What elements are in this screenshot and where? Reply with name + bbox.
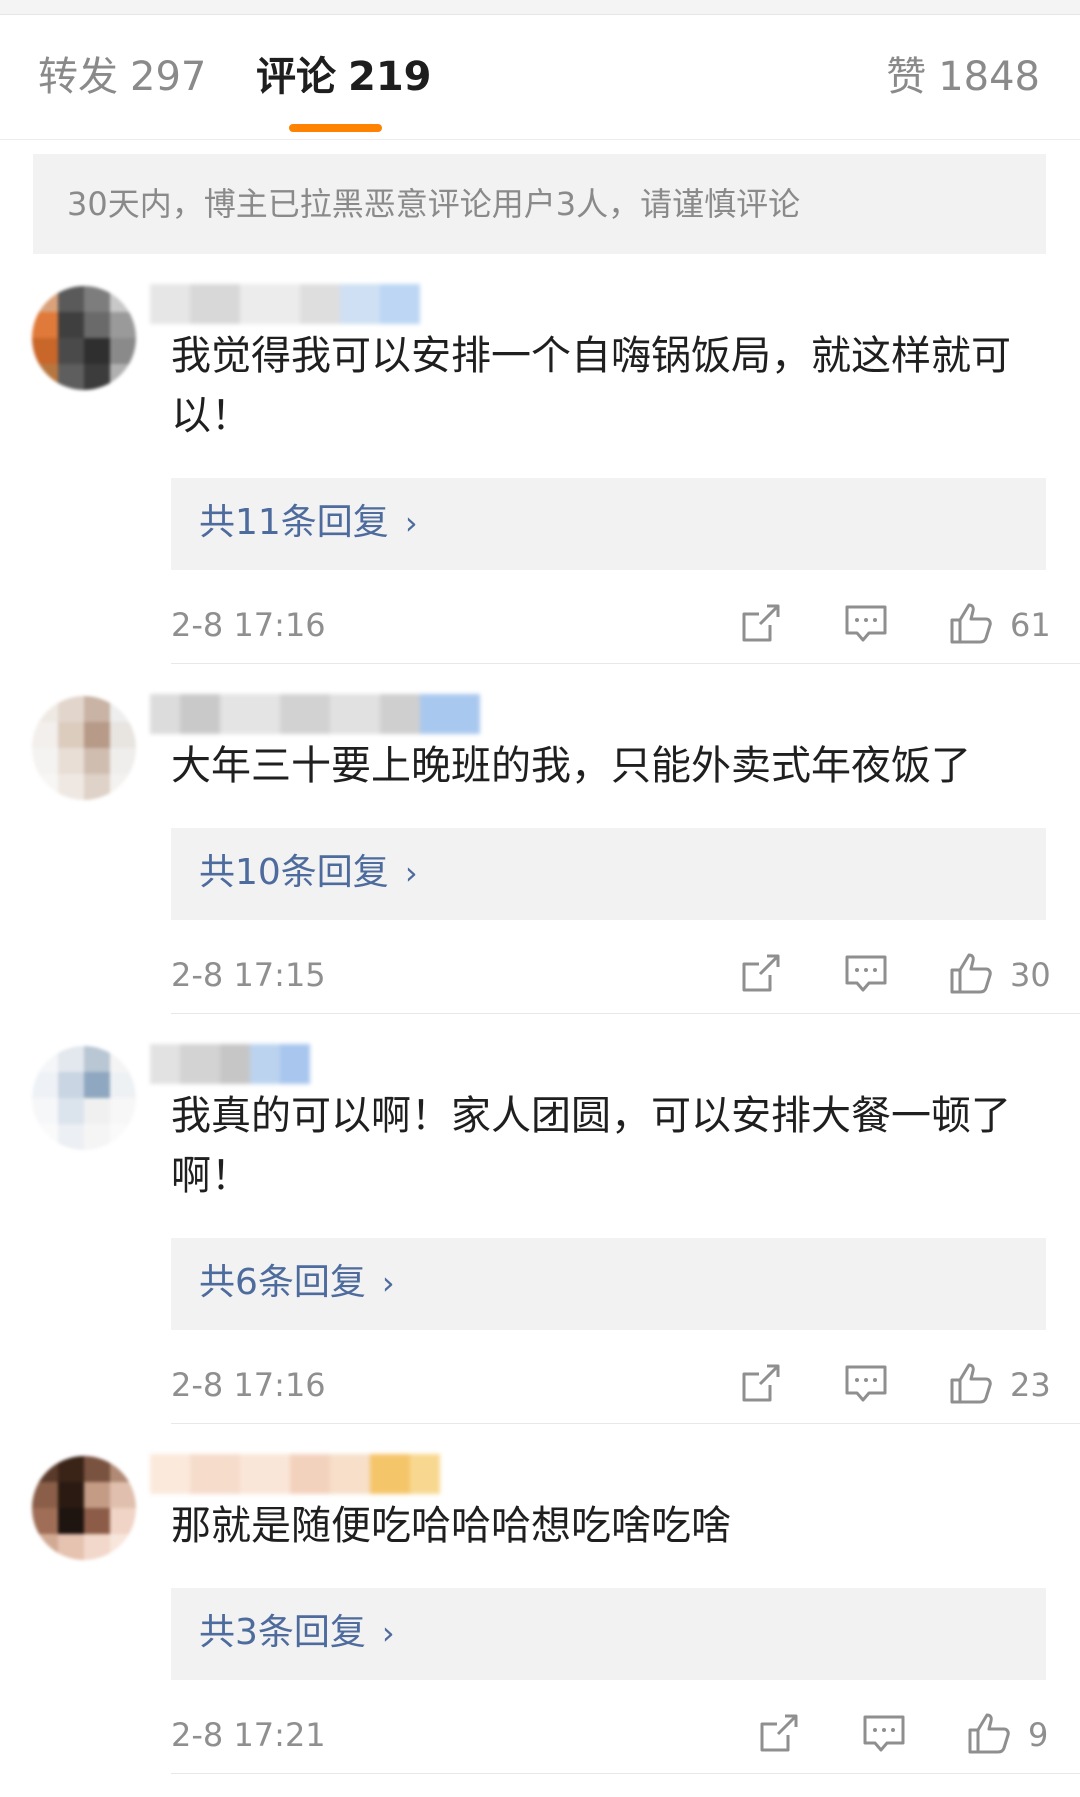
thumbs-up-icon[interactable] [947, 1359, 995, 1407]
like-count: 9 [1028, 1716, 1049, 1754]
comment-meta-row: 2-8 17:21 9 [0, 1705, 1080, 1765]
chevron-right-icon: › [381, 1264, 395, 1302]
tab-likes[interactable]: 赞 1848 [886, 53, 1040, 101]
share-icon[interactable] [737, 599, 785, 647]
tab-comments-label: 评论 [256, 54, 336, 100]
comment-meta-row: 2-8 17:16 23 [0, 1355, 1080, 1415]
comment-icon[interactable] [842, 1359, 890, 1407]
chevron-right-icon: › [404, 504, 418, 542]
comment-text: 那就是随便吃哈哈哈想吃啥吃啥 [171, 1503, 731, 1549]
tab-repost[interactable]: 转发 297 [38, 53, 206, 101]
view-replies-count: 共10条回复 [199, 852, 389, 893]
username-blurred[interactable] [150, 284, 420, 324]
comment-meta-row: 2-8 17:15 30 [0, 945, 1080, 1005]
comment-item: 大年三十要上晚班的我，只能外卖式年夜饭了 共10条回复 › 2-8 17:15 3… [0, 664, 1080, 1014]
tab-bar: 转发 297 评论 219 赞 1848 [0, 15, 1080, 140]
like-count: 61 [1010, 606, 1051, 644]
comment-item: 我真的可以啊！家人团圆，可以安排大餐一顿了啊！ 共6条回复 › 2-8 17:16… [0, 1014, 1080, 1424]
moderation-notice-text: 30天内，博主已拉黑恶意评论用户3人，请谨慎评论 [67, 185, 801, 223]
comment-icon[interactable] [842, 599, 890, 647]
like-count: 23 [1010, 1366, 1051, 1404]
view-replies-label: 共6条回复 › [199, 1258, 395, 1308]
comment-item: 我觉得我可以安排一个自嗨锅饭局，就这样就可以！ 共11条回复 › 2-8 17:1… [0, 254, 1080, 664]
comment-text: 大年三十要上晚班的我，只能外卖式年夜饭了 [171, 743, 971, 789]
comment-text: 我觉得我可以安排一个自嗨锅饭局，就这样就可以！ [171, 333, 1011, 439]
tab-comments[interactable]: 评论 219 [256, 53, 432, 101]
view-replies-count: 共3条回复 [199, 1612, 366, 1653]
thumbs-up-icon[interactable] [965, 1709, 1013, 1757]
thumbs-up-icon[interactable] [947, 599, 995, 647]
view-replies-button[interactable]: 共10条回复 › [171, 828, 1046, 920]
tab-likes-label: 赞 [886, 54, 927, 100]
active-tab-indicator [289, 124, 382, 132]
view-replies-label: 共3条回复 › [199, 1608, 395, 1658]
tab-repost-count: 297 [130, 54, 207, 100]
thumbs-up-icon[interactable] [947, 949, 995, 997]
top-edge [0, 0, 1080, 15]
share-icon[interactable] [755, 1709, 803, 1757]
view-replies-label: 共11条回复 › [199, 498, 418, 548]
avatar[interactable] [32, 286, 136, 390]
share-icon[interactable] [737, 949, 785, 997]
view-replies-count: 共11条回复 [199, 502, 389, 543]
tab-likes-count: 1848 [938, 54, 1040, 100]
avatar[interactable] [32, 1046, 136, 1150]
view-replies-button[interactable]: 共11条回复 › [171, 478, 1046, 570]
moderation-notice: 30天内，博主已拉黑恶意评论用户3人，请谨慎评论 [33, 154, 1046, 254]
timestamp: 2-8 17:16 [171, 606, 326, 644]
tab-repost-label: 转发 [38, 54, 118, 100]
username-blurred[interactable] [150, 1454, 440, 1494]
username-blurred[interactable] [150, 1044, 310, 1084]
chevron-right-icon: › [381, 1614, 395, 1652]
tab-comments-count: 219 [348, 54, 432, 100]
view-replies-button[interactable]: 共3条回复 › [171, 1588, 1046, 1680]
view-replies-button[interactable]: 共6条回复 › [171, 1238, 1046, 1330]
avatar[interactable] [32, 696, 136, 800]
timestamp: 2-8 17:21 [171, 1716, 326, 1754]
comment-icon[interactable] [842, 949, 890, 997]
comment-text: 我真的可以啊！家人团圆，可以安排大餐一顿了啊！ [171, 1093, 1011, 1199]
divider [171, 1773, 1080, 1774]
share-icon[interactable] [737, 1359, 785, 1407]
avatar[interactable] [32, 1456, 136, 1560]
view-replies-count: 共6条回复 [199, 1262, 366, 1303]
chevron-right-icon: › [404, 854, 418, 892]
username-blurred[interactable] [150, 694, 480, 734]
comment-item: 那就是随便吃哈哈哈想吃啥吃啥 共3条回复 › 2-8 17:21 9 [0, 1424, 1080, 1774]
timestamp: 2-8 17:15 [171, 956, 326, 994]
comment-icon[interactable] [860, 1709, 908, 1757]
timestamp: 2-8 17:16 [171, 1366, 326, 1404]
view-replies-label: 共10条回复 › [199, 848, 418, 898]
comment-meta-row: 2-8 17:16 61 [0, 595, 1080, 655]
like-count: 30 [1010, 956, 1051, 994]
